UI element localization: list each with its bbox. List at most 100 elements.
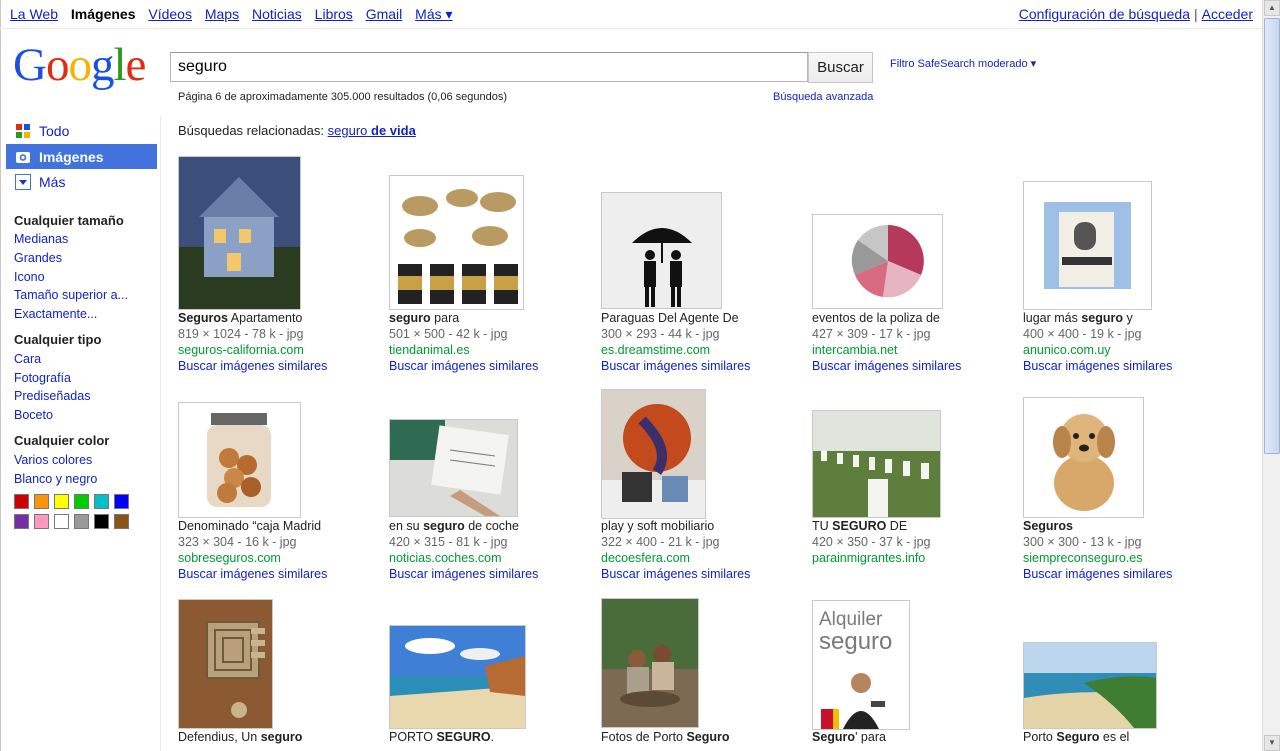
color-swatch[interactable] (54, 514, 69, 529)
similar-images-link[interactable]: Buscar imágenes similares (601, 358, 750, 374)
result-title[interactable]: Seguros Apartamento (178, 310, 302, 326)
result-thumbnail[interactable] (178, 156, 301, 310)
result-thumbnail[interactable] (812, 214, 943, 309)
result-thumbnail[interactable] (389, 625, 526, 729)
sign-in-link[interactable]: Acceder (1202, 6, 1253, 22)
result-site[interactable]: parainmigrantes.info (812, 550, 925, 566)
type-filter-heading[interactable]: Cualquier tipo (14, 332, 101, 347)
result-site[interactable]: seguros-california.com (178, 342, 304, 358)
result-thumbnail[interactable] (389, 175, 524, 310)
result-title[interactable]: Fotos de Porto Seguro (601, 729, 730, 745)
result-title[interactable]: eventos de la poliza de (812, 310, 940, 326)
result-title[interactable]: play y soft mobiliario (601, 518, 714, 534)
color-swatch[interactable] (114, 514, 129, 529)
color-swatch[interactable] (94, 494, 109, 509)
size-icon[interactable]: Icono (14, 270, 45, 284)
type-clipart[interactable]: Prediseñadas (14, 389, 90, 403)
color-full[interactable]: Varios colores (14, 453, 92, 467)
related-link[interactable]: seguro de vida (328, 123, 416, 138)
similar-images-link[interactable]: Buscar imágenes similares (389, 358, 538, 374)
result-title[interactable]: Porto Seguro es el (1023, 729, 1129, 745)
result-title[interactable]: en su seguro de coche (389, 518, 519, 534)
similar-images-link[interactable]: Buscar imágenes similares (1023, 358, 1172, 374)
color-swatch[interactable] (14, 494, 29, 509)
result-site[interactable]: anunico.com.uy (1023, 342, 1111, 358)
nav-web[interactable]: La Web (10, 6, 58, 22)
similar-images-link[interactable]: Buscar imágenes similares (601, 566, 750, 582)
type-photo[interactable]: Fotografía (14, 371, 71, 385)
result-title[interactable]: Denominado “caja Madrid (178, 518, 321, 534)
size-exact[interactable]: Exactamente... (14, 307, 97, 321)
scroll-up-arrow[interactable]: ▲ (1264, 0, 1280, 16)
result-title[interactable]: Seguros (1023, 518, 1073, 534)
color-filter-heading[interactable]: Cualquier color (14, 433, 109, 448)
result-thumbnail[interactable] (601, 192, 722, 309)
result-site[interactable]: es.dreamstime.com (601, 342, 710, 358)
color-swatch[interactable] (74, 514, 89, 529)
size-filter-heading[interactable]: Cualquier tamaño (14, 213, 124, 228)
scroll-down-arrow[interactable]: ▼ (1264, 735, 1280, 751)
result-site[interactable]: tiendanimal.es (389, 342, 470, 358)
color-bw[interactable]: Blanco y negro (14, 472, 97, 486)
size-large[interactable]: Grandes (14, 251, 62, 265)
result-thumbnail[interactable] (601, 389, 706, 519)
color-swatch[interactable] (74, 494, 89, 509)
result-site[interactable]: sobreseguros.com (178, 550, 281, 566)
result-thumbnail[interactable] (178, 402, 301, 518)
color-swatch[interactable] (34, 514, 49, 529)
result-title[interactable]: TU SEGURO DE (812, 518, 907, 534)
nav-gmail[interactable]: Gmail (366, 6, 403, 22)
result-thumbnail[interactable] (1023, 181, 1152, 310)
similar-images-link[interactable]: Buscar imágenes similares (178, 566, 327, 582)
search-button[interactable]: Buscar (808, 52, 873, 83)
result-title[interactable]: Paraguas Del Agente De (601, 310, 739, 326)
similar-images-link[interactable]: Buscar imágenes similares (812, 358, 961, 374)
scroll-thumb[interactable] (1264, 18, 1280, 454)
color-swatch[interactable] (14, 514, 29, 529)
nav-videos[interactable]: Vídeos (148, 6, 192, 22)
similar-images-link[interactable]: Buscar imágenes similares (389, 566, 538, 582)
size-medium[interactable]: Medianas (14, 232, 68, 246)
result-thumbnail[interactable] (178, 599, 273, 729)
color-swatch[interactable] (114, 494, 129, 509)
result-thumbnail[interactable] (601, 598, 699, 728)
nav-images[interactable]: Imágenes (71, 6, 136, 22)
search-settings-link[interactable]: Configuración de búsqueda (1019, 6, 1190, 22)
result-title[interactable]: Defendius, Un seguro (178, 729, 302, 745)
search-input[interactable] (170, 52, 808, 82)
type-lineart[interactable]: Boceto (14, 408, 53, 422)
nav-books[interactable]: Libros (315, 6, 353, 22)
color-swatch[interactable] (94, 514, 109, 529)
result-title[interactable]: lugar más seguro y (1023, 310, 1133, 326)
size-larger-than[interactable]: Tamaño superior a... (14, 288, 128, 302)
result-title[interactable]: seguro para (389, 310, 459, 326)
google-logo[interactable]: Google (13, 42, 146, 89)
result-meta: 427 × 309 - 17 k - jpg (812, 327, 931, 341)
mode-all[interactable]: Todo (6, 118, 157, 143)
result-title[interactable]: Seguro' para (812, 729, 886, 745)
result-thumbnail[interactable] (1023, 642, 1157, 729)
result-title[interactable]: PORTO SEGURO. (389, 729, 494, 745)
result-site[interactable]: siempreconseguro.es (1023, 550, 1143, 566)
mode-images[interactable]: Imágenes (6, 144, 157, 169)
result-thumbnail[interactable] (389, 419, 518, 517)
result-thumbnail[interactable] (1023, 397, 1144, 518)
mode-all-label: Todo (39, 123, 70, 139)
color-swatch[interactable] (34, 494, 49, 509)
vertical-scrollbar[interactable]: ▲ ▼ (1262, 0, 1280, 751)
type-face[interactable]: Cara (14, 352, 41, 366)
result-site[interactable]: noticias.coches.com (389, 550, 502, 566)
advanced-search-link[interactable]: Búsqueda avanzada (773, 91, 873, 103)
result-thumbnail[interactable]: Alquiler seguro (812, 600, 910, 730)
mode-more[interactable]: Más (6, 169, 157, 194)
result-site[interactable]: intercambia.net (812, 342, 897, 358)
similar-images-link[interactable]: Buscar imágenes similares (178, 358, 327, 374)
nav-news[interactable]: Noticias (252, 6, 302, 22)
nav-maps[interactable]: Maps (205, 6, 239, 22)
color-swatch[interactable] (54, 494, 69, 509)
safesearch-filter[interactable]: Filtro SafeSearch moderado ▾ (890, 57, 1036, 70)
result-site[interactable]: decoesfera.com (601, 550, 690, 566)
nav-more[interactable]: Más ▾ (415, 6, 452, 22)
similar-images-link[interactable]: Buscar imágenes similares (1023, 566, 1172, 582)
result-thumbnail[interactable] (812, 410, 941, 518)
